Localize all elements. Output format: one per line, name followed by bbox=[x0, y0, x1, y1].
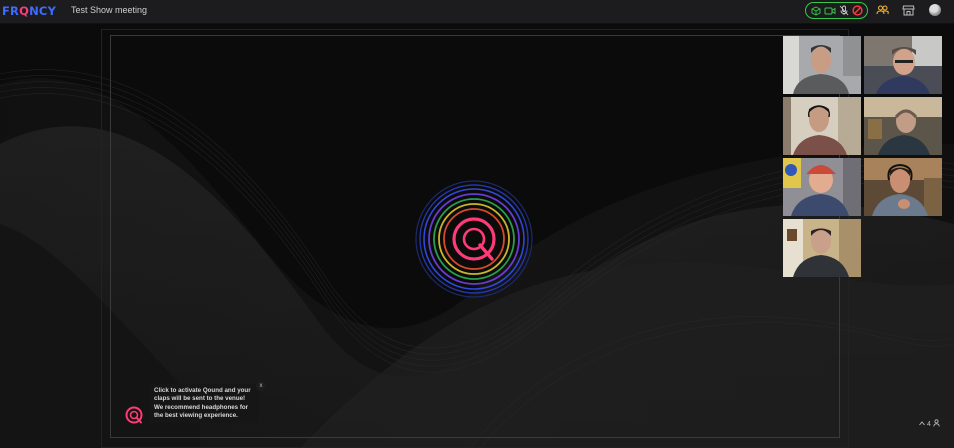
venue-stage: Click to activate Qound and your claps w… bbox=[0, 24, 954, 448]
viewer-count-value: 4 bbox=[927, 420, 931, 428]
participant-video[interactable] bbox=[864, 158, 942, 216]
mic-muted-icon[interactable] bbox=[839, 5, 849, 16]
qound-logo[interactable] bbox=[413, 178, 535, 305]
participant-video[interactable] bbox=[864, 36, 942, 94]
participant-video[interactable] bbox=[783, 219, 861, 277]
frqncy-logo[interactable]: FRQNCY bbox=[2, 4, 56, 18]
participant-video[interactable] bbox=[864, 97, 942, 155]
participant-video[interactable] bbox=[783, 97, 861, 155]
qound-notice[interactable]: Click to activate Qound and your claps w… bbox=[150, 384, 259, 423]
storefront-icon[interactable] bbox=[902, 3, 915, 21]
participant-video[interactable] bbox=[783, 158, 861, 216]
cube-icon[interactable] bbox=[811, 5, 821, 16]
notice-close-button[interactable]: x bbox=[256, 381, 266, 391]
viewer-count[interactable]: 4 bbox=[919, 419, 940, 429]
logo-part: Q bbox=[19, 4, 30, 18]
top-bar: FRQNCY Test Show meeting bbox=[0, 0, 954, 24]
meeting-title: Test Show meeting bbox=[71, 5, 148, 15]
qound-notice-logo[interactable] bbox=[123, 404, 145, 431]
notice-text: Click to activate Qound and your claps w… bbox=[154, 387, 251, 420]
camera-icon[interactable] bbox=[824, 6, 836, 16]
chevron-up-icon bbox=[919, 420, 925, 428]
logo-part: NCY bbox=[29, 4, 57, 18]
person-icon bbox=[933, 419, 940, 429]
no-entry-icon[interactable] bbox=[851, 5, 863, 16]
participant-video[interactable] bbox=[783, 36, 861, 94]
media-controls bbox=[805, 2, 868, 19]
logo-part: FR bbox=[2, 4, 20, 18]
avatar[interactable] bbox=[929, 4, 941, 16]
people-icon[interactable] bbox=[876, 3, 889, 21]
